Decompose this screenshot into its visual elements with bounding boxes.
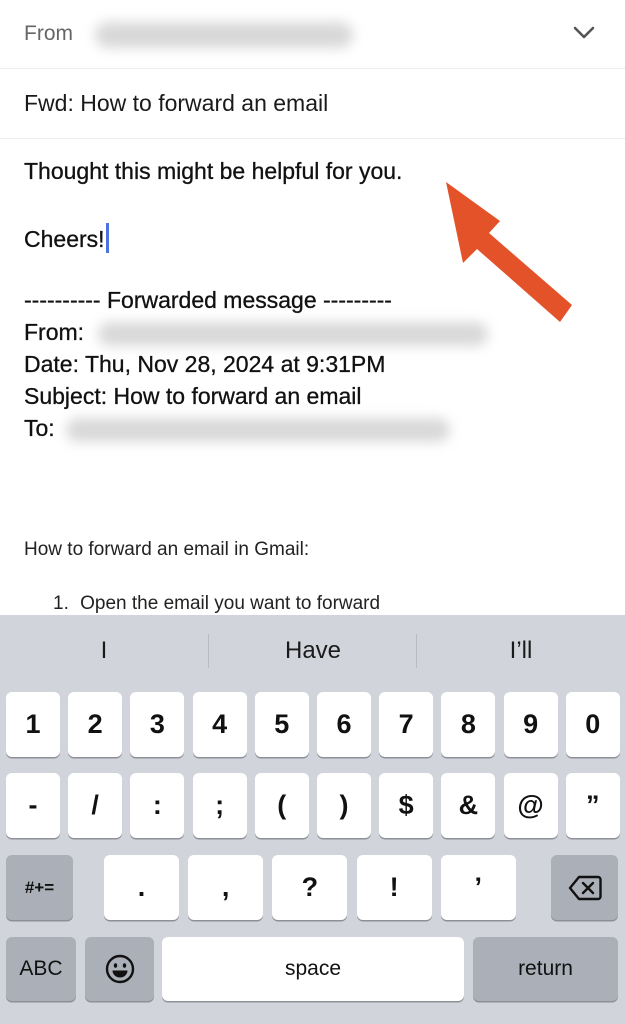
key-label: 9 <box>523 709 539 739</box>
key[interactable]: $ <box>379 773 434 838</box>
arrow-shape <box>446 182 572 322</box>
key-label: ; <box>215 790 225 820</box>
key-label: 2 <box>87 709 103 739</box>
abc-label: ABC <box>19 957 63 980</box>
key[interactable]: ) <box>317 773 371 838</box>
key-label: ! <box>389 872 399 902</box>
key[interactable]: : <box>130 773 185 838</box>
key-label: 4 <box>212 709 228 739</box>
key-label: 5 <box>274 709 290 739</box>
key[interactable]: ; <box>192 773 247 838</box>
key-label: 3 <box>149 709 165 739</box>
key[interactable]: ( <box>254 773 309 838</box>
return-key[interactable]: return <box>473 937 618 1001</box>
symbols-toggle-label: #+= <box>24 877 55 897</box>
key[interactable]: 8 <box>441 692 496 757</box>
prediction-2[interactable]: Have <box>209 637 417 665</box>
key[interactable]: ! <box>356 855 432 920</box>
key-label: 1 <box>25 709 41 739</box>
key[interactable]: . <box>104 855 179 920</box>
key[interactable]: 1 <box>6 692 60 757</box>
return-label: return <box>518 957 573 980</box>
key[interactable]: - <box>6 773 60 838</box>
key-label: $ <box>398 790 414 820</box>
key-label: 7 <box>398 709 414 739</box>
key-label: 8 <box>460 709 476 739</box>
key[interactable]: 4 <box>192 692 247 757</box>
key[interactable]: ? <box>272 855 348 920</box>
key-label: , <box>221 872 230 902</box>
key[interactable]: 0 <box>565 692 620 757</box>
key-label: - <box>28 790 38 820</box>
key[interactable]: , <box>188 855 264 920</box>
prediction-3[interactable]: I’ll <box>417 637 625 665</box>
prediction-1[interactable]: I <box>0 637 208 665</box>
backspace-icon <box>568 875 602 900</box>
key-label: ? <box>301 872 319 902</box>
key[interactable]: 5 <box>254 692 309 757</box>
key-label: ( <box>277 790 287 820</box>
key[interactable]: ” <box>565 773 620 838</box>
key-label: ” <box>586 790 600 820</box>
emoji-icon <box>105 954 134 984</box>
key[interactable]: @ <box>503 773 558 838</box>
key[interactable]: 6 <box>317 692 371 757</box>
key[interactable]: 3 <box>130 692 185 757</box>
space-key[interactable]: space <box>162 937 464 1001</box>
key-label: / <box>91 790 99 820</box>
key-label: : <box>152 790 162 820</box>
key[interactable]: ’ <box>440 855 516 920</box>
annotation-arrow-icon <box>446 182 572 322</box>
key-label: @ <box>517 790 544 820</box>
key-label: & <box>458 790 479 820</box>
keyboard: I Have I’ll 1 2 3 4 5 6 7 8 9 0 - /:; () $ & @ ” #+= .,… <box>0 615 625 1024</box>
key-label: ’ <box>474 872 483 902</box>
key[interactable]: & <box>441 773 496 838</box>
key[interactable]: 9 <box>503 692 558 757</box>
key-label: 6 <box>336 709 352 739</box>
emoji-key[interactable] <box>85 937 154 1001</box>
key[interactable]: 2 <box>68 692 123 757</box>
space-label: space <box>284 957 342 980</box>
backspace-key[interactable] <box>551 855 618 920</box>
key-label: 0 <box>585 709 601 739</box>
symbols-toggle-key[interactable]: #+= <box>6 855 73 920</box>
key[interactable]: 7 <box>379 692 434 757</box>
key-label: . <box>137 872 146 902</box>
abc-key[interactable]: ABC <box>6 937 76 1001</box>
key-label: ) <box>339 790 349 820</box>
key[interactable]: / <box>68 773 123 838</box>
